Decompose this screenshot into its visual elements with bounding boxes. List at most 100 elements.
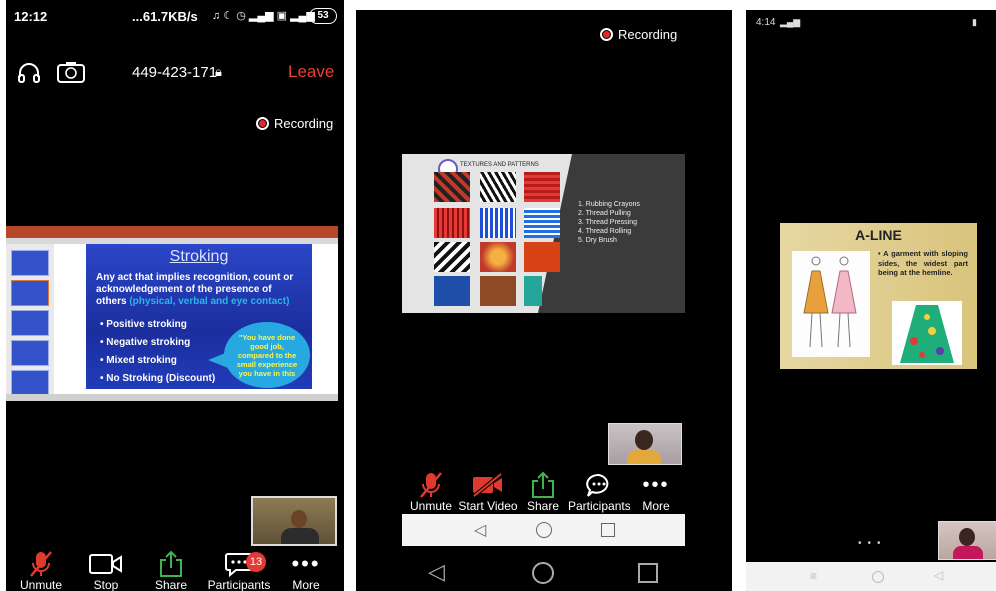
slide-thumbnail[interactable]: [11, 280, 49, 306]
signal-icon: ▂▄▆: [780, 17, 801, 27]
status-time: 12:12: [14, 9, 48, 24]
share-label: Share: [154, 578, 188, 591]
phone-screen-1: 12:12 ...61.7KB/s ♫ ☾ ◷ ▂▄▆ ▣ ▂▄▆ 53 449…: [6, 0, 344, 591]
navigation-bar: ◁: [402, 514, 685, 546]
participants-button[interactable]: Participants: [568, 471, 630, 513]
unmute-label: Unmute: [19, 578, 63, 591]
slide-intro-paren: (physical, verbal and eye contact): [129, 296, 290, 307]
slide-title: TEXTURES AND PATTERNS: [460, 162, 539, 168]
share-button[interactable]: Share: [150, 550, 192, 591]
recording-indicator: Recording: [256, 116, 333, 131]
record-icon: [256, 117, 269, 130]
back-icon[interactable]: ◁: [474, 520, 486, 540]
texture-swatch: [480, 276, 516, 306]
share-button[interactable]: Share: [522, 471, 564, 513]
recording-label: Recording: [618, 27, 678, 42]
unmute-label: Unmute: [409, 499, 453, 513]
person-head: [635, 430, 653, 450]
back-icon[interactable]: ◁: [428, 559, 445, 585]
slide-thumbnail[interactable]: [11, 310, 49, 336]
more-label: More: [292, 578, 320, 591]
slide-bullet: • Positive stroking: [100, 319, 187, 330]
participant-video-thumbnail[interactable]: [608, 423, 682, 465]
share-icon: [522, 471, 564, 499]
more-button[interactable]: ••• More: [636, 471, 676, 514]
start-video-button[interactable]: Start Video: [456, 471, 520, 513]
navigation-bar: ≡ ◁: [746, 562, 996, 591]
status-icons: ♫ ☾ ◷ ▂▄▆ ▣ ▂▄▆: [212, 10, 315, 22]
slide-list-item: 3. Thread Pressing: [578, 219, 638, 226]
recording-label: Recording: [274, 116, 334, 131]
participant-video-thumbnail[interactable]: [251, 496, 337, 546]
home-icon[interactable]: [536, 522, 552, 538]
battery-icon: 53: [309, 8, 337, 24]
muted-mic-icon: [18, 550, 64, 578]
recent-apps-icon[interactable]: [638, 563, 658, 583]
texture-swatch: [480, 208, 516, 238]
texture-swatch: [524, 242, 560, 272]
switch-camera-icon[interactable]: [56, 60, 86, 84]
recent-apps-icon[interactable]: [601, 523, 615, 537]
person-body: [627, 450, 661, 464]
texture-swatch: [480, 172, 516, 202]
home-icon[interactable]: [872, 571, 884, 583]
page-indicator: •••: [858, 538, 887, 549]
home-icon[interactable]: [532, 562, 554, 584]
dress-photo: [892, 301, 962, 365]
slide-list-item: 5. Dry Brush: [578, 237, 617, 244]
status-time: 4:14: [756, 17, 776, 28]
slide-list: 1. Rubbing Crayons 2. Thread Pulling 3. …: [578, 200, 640, 245]
slide-title: A-LINE: [855, 227, 902, 243]
texture-swatch: [524, 276, 542, 306]
status-network-speed: ...61.7KB/s: [132, 9, 198, 24]
stop-video-button[interactable]: Stop Video: [78, 550, 134, 591]
lock-icon: 🔒︎: [215, 64, 222, 79]
texture-swatch: [524, 172, 560, 202]
texture-swatch: [434, 242, 470, 272]
slide-list-item: 4. Thread Rolling: [578, 228, 632, 235]
leave-button[interactable]: Leave: [288, 62, 334, 82]
slide-a-line: A-LINE • A garment with sloping sides, t…: [780, 223, 977, 369]
battery-icon: ▮: [972, 17, 977, 27]
back-icon[interactable]: ◁: [934, 568, 943, 582]
participants-icon: [568, 471, 630, 499]
more-button[interactable]: ••• More: [286, 550, 326, 591]
headphones-icon[interactable]: [16, 60, 42, 86]
recording-indicator: Recording: [600, 27, 677, 42]
texture-swatch: [434, 172, 470, 202]
slide-thumbnail[interactable]: [11, 370, 49, 396]
slide-list-item: 2. Thread Pulling: [578, 210, 631, 217]
slide-thumbnail[interactable]: [11, 340, 49, 366]
meeting-id: 449-423-171: [132, 64, 218, 81]
texture-swatch: [434, 208, 470, 238]
more-icon: •••: [642, 473, 670, 496]
dress-sketch-image: [792, 251, 870, 357]
share-label: Share: [526, 499, 560, 513]
stop-video-label: Stop Video: [93, 578, 119, 591]
texture-swatch: [480, 242, 516, 272]
video-camera-icon: [78, 550, 134, 578]
texture-swatch: [434, 276, 470, 306]
unmute-button[interactable]: Unmute: [18, 550, 64, 591]
participant-video-thumbnail[interactable]: [938, 521, 996, 560]
unmute-button[interactable]: Unmute: [408, 471, 454, 513]
slide-thumbnails: [6, 244, 54, 396]
slide-bullet: • No Stroking (Discount): [100, 373, 216, 384]
menu-icon[interactable]: ≡: [810, 569, 817, 583]
more-label: More: [642, 499, 670, 513]
slide-title: Stroking: [169, 248, 229, 265]
app-ribbon: [6, 226, 338, 238]
video-off-icon: [456, 471, 520, 499]
person-body: [281, 528, 319, 544]
start-video-label: Start Video: [458, 499, 518, 513]
slide-stroking: Stroking Any act that implies recognitio…: [86, 244, 312, 389]
slide-thumbnail[interactable]: [11, 250, 49, 276]
participants-label: Participants: [568, 499, 630, 513]
speech-bubble-text: "You have done good job, compared to the…: [236, 333, 298, 378]
slide-textures: TEXTURES AND PATTERNS 1. Rubbing Crayons…: [402, 154, 685, 313]
more-icon: •••: [291, 551, 321, 576]
slide-bullet: • Mixed stroking: [100, 355, 177, 366]
slide-list-item: 1. Rubbing Crayons: [578, 201, 640, 208]
slide-bullet: • Negative stroking: [100, 337, 191, 348]
participants-button[interactable]: 13 Participants: [206, 550, 272, 591]
